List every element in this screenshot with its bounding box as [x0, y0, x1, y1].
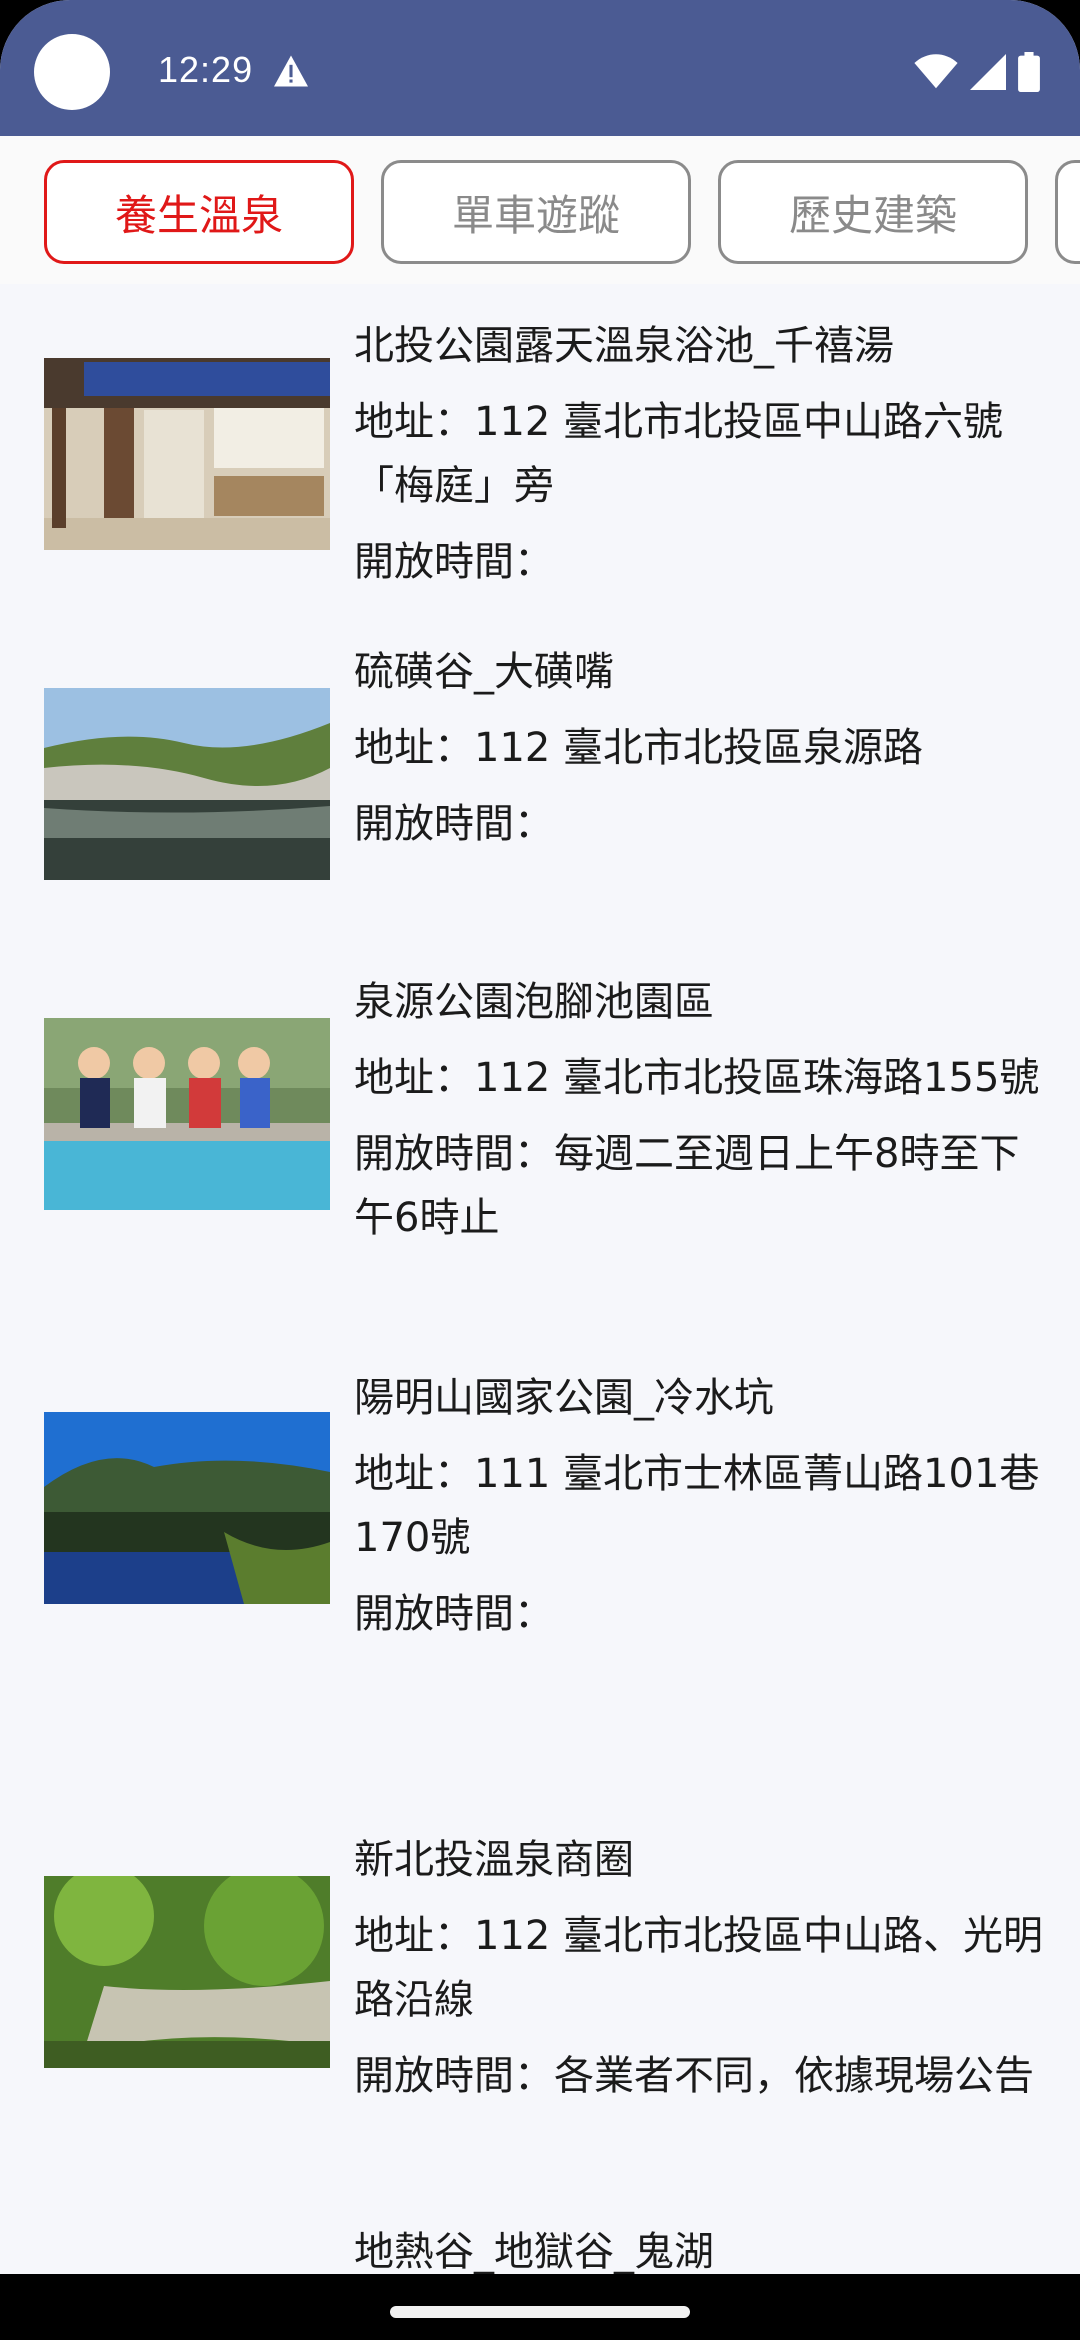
- navigation-bar: [0, 2274, 1080, 2340]
- attraction-image: [44, 1412, 330, 1604]
- tab-historic-buildings[interactable]: 歷史建築: [718, 160, 1028, 264]
- category-tabs: 養生溫泉 單車遊蹤 歷史建築: [0, 136, 1080, 284]
- attraction-title: 地熱谷_地獄谷_鬼湖: [354, 2229, 714, 2274]
- tab-more[interactable]: [1055, 160, 1080, 264]
- status-icons: [914, 52, 1040, 92]
- cellular-signal-icon: [970, 54, 1006, 90]
- attraction-hours: 開放時間：: [354, 1591, 554, 1637]
- attraction-hours: 開放時間：各業者不同，依據現場公告: [354, 2053, 1034, 2099]
- warning-icon: [274, 55, 308, 87]
- tab-hot-spring[interactable]: 養生溫泉: [44, 160, 354, 264]
- status-time: 12:29: [158, 49, 254, 90]
- wifi-icon: [914, 54, 958, 89]
- attraction-title: 泉源公園泡腳池園區: [354, 979, 714, 1025]
- app-screen: 12:29 養生溫泉 單車遊蹤 歷史建築 北投公園露天溫泉浴池_千禧湯 地址：1…: [0, 0, 1080, 2340]
- attraction-hours: 開放時間：: [354, 539, 554, 585]
- attraction-address: 地址：112 臺北市北投區泉源路: [354, 725, 924, 771]
- attraction-list: 北投公園露天溫泉浴池_千禧湯 地址：112 臺北市北投區中山路六號「梅庭」旁 開…: [0, 284, 1080, 2274]
- camera-cutout: [34, 34, 110, 110]
- attraction-title: 北投公園露天溫泉浴池_千禧湯: [354, 323, 894, 369]
- attraction-image: [44, 1876, 330, 2068]
- attraction-image: [44, 1018, 330, 1210]
- attraction-address: 地址：112 臺北市北投區中山路、光明路沿線: [354, 1913, 1044, 2023]
- attraction-address: 地址：112 臺北市北投區中山路六號「梅庭」旁: [354, 399, 1004, 509]
- attraction-title: 硫磺谷_大磺嘴: [354, 649, 614, 695]
- home-handle[interactable]: [390, 2306, 690, 2318]
- tab-cycling[interactable]: 單車遊蹤: [381, 160, 691, 264]
- status-bar: 12:29: [0, 0, 1080, 136]
- attraction-hours: 開放時間：每週二至週日上午8時至下午6時止: [354, 1131, 1020, 1241]
- attraction-address: 地址：111 臺北市士林區菁山路101巷170號: [354, 1451, 1040, 1561]
- attraction-title: 新北投溫泉商圈: [354, 1837, 634, 1883]
- attraction-title: 陽明山國家公園_冷水坑: [354, 1375, 774, 1421]
- battery-icon: [1018, 52, 1040, 92]
- attraction-image: [44, 358, 330, 550]
- attraction-address: 地址：112 臺北市北投區珠海路155號: [354, 1055, 1040, 1101]
- attraction-hours: 開放時間：: [354, 801, 554, 847]
- attraction-image: [44, 688, 330, 880]
